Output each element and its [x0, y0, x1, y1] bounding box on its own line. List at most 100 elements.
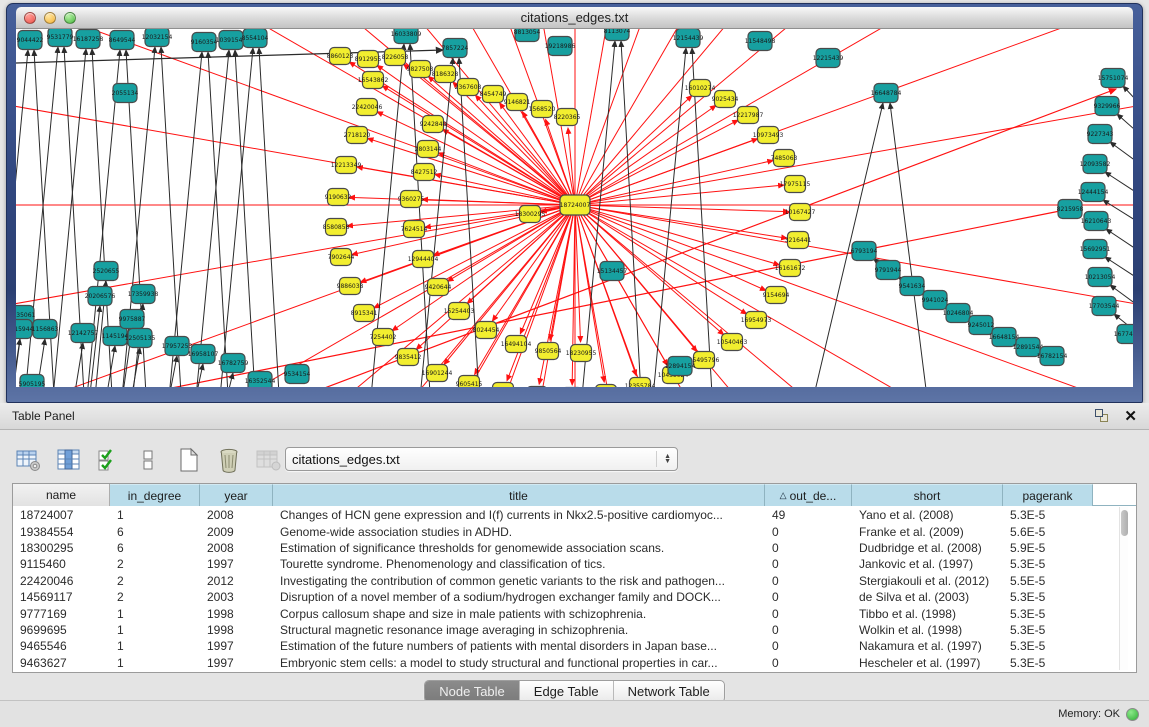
- graph-node-yellow[interactable]: 16010274: [685, 80, 716, 97]
- graph-node-teal[interactable]: 9329966: [1094, 97, 1121, 116]
- delete-trash-icon[interactable]: [214, 446, 244, 474]
- graph-node-teal[interactable]: 8813054: [514, 29, 541, 42]
- graph-node-teal[interactable]: 16782154: [1037, 347, 1068, 366]
- black-edge[interactable]: [235, 50, 257, 387]
- memory-status-indicator[interactable]: [1126, 708, 1139, 721]
- graph-node-teal[interactable]: 12093582: [1080, 155, 1111, 174]
- black-edge[interactable]: [1105, 172, 1133, 202]
- table-row[interactable]: 946554611997Estimation of the future num…: [13, 638, 1112, 654]
- column-header-year[interactable]: year: [200, 484, 273, 506]
- new-document-icon[interactable]: [174, 446, 204, 474]
- graph-node-teal[interactable]: 9160354: [191, 33, 218, 52]
- graph-node-teal[interactable]: 8113074: [604, 29, 631, 41]
- graph-node-teal[interactable]: 16210643: [1081, 212, 1112, 231]
- graph-node-yellow[interactable]: 15254403: [444, 303, 475, 320]
- graph-node-teal[interactable]: 12154439: [673, 29, 704, 48]
- red-edge[interactable]: [575, 29, 1133, 205]
- graph-node-yellow[interactable]: 7902644: [328, 249, 355, 266]
- graph-node-yellow[interactable]: 2367608: [455, 79, 482, 96]
- black-edge[interactable]: [101, 346, 115, 387]
- graph-node-yellow[interactable]: 9242848: [420, 116, 447, 133]
- graph-node-yellow[interactable]: 8912955: [355, 51, 382, 68]
- graph-node-yellow[interactable]: 8915341: [351, 305, 378, 322]
- red-edge[interactable]: [575, 205, 779, 265]
- graph-node-yellow[interactable]: 9191504: [593, 385, 620, 388]
- graph-node-yellow[interactable]: 8860123: [327, 48, 354, 65]
- red-edge[interactable]: [575, 160, 773, 205]
- graph-node-yellow[interactable]: 9154694: [763, 287, 790, 304]
- graph-node-teal[interactable]: 12505135: [125, 329, 156, 348]
- black-edge[interactable]: [1123, 86, 1133, 116]
- graph-node-yellow[interactable]: 2803144: [415, 141, 442, 158]
- column-header-in_degree[interactable]: in_degree: [110, 484, 200, 506]
- graph-node-teal[interactable]: 12444154: [1078, 183, 1109, 202]
- graph-node-teal[interactable]: 20206576: [85, 287, 116, 306]
- graph-node-teal[interactable]: 12215439: [813, 49, 844, 68]
- graph-node-yellow[interactable]: 12213349: [331, 157, 362, 174]
- graph-node-yellow[interactable]: 9190632: [325, 189, 352, 206]
- graph-node-teal[interactable]: 16187258: [73, 30, 104, 49]
- window-title-bar[interactable]: citations_edges.txt: [16, 7, 1133, 29]
- graph-node-yellow[interactable]: 9360275: [398, 191, 425, 208]
- graph-node-teal[interactable]: 5905195: [19, 375, 46, 388]
- graph-node-yellow[interactable]: 3216441: [785, 232, 812, 249]
- graph-node-yellow[interactable]: 2718120: [344, 127, 371, 144]
- network-canvas[interactable]: 8860123891295582260589827508818632823676…: [16, 29, 1133, 387]
- close-panel-icon[interactable]: ✕: [1124, 409, 1137, 424]
- black-edge[interactable]: [259, 48, 281, 387]
- graph-node-yellow[interactable]: 10167427: [785, 204, 816, 221]
- red-edge[interactable]: [367, 138, 575, 205]
- graph-node-teal[interactable]: 12894154: [665, 357, 696, 376]
- graph-node-yellow[interactable]: 9850564: [535, 343, 562, 360]
- column-header-pagerank[interactable]: pagerank: [1003, 484, 1093, 506]
- column-header-title[interactable]: title: [273, 484, 765, 506]
- graph-node-teal[interactable]: 9941024: [922, 291, 949, 310]
- graph-node-teal[interactable]: 16352544: [245, 372, 276, 388]
- red-edge[interactable]: [575, 205, 747, 314]
- graph-node-teal[interactable]: 9975887: [119, 310, 146, 329]
- graph-node-yellow[interactable]: 22420046: [352, 99, 383, 116]
- graph-node-teal[interactable]: 16774544: [1114, 325, 1133, 344]
- merge-rows-icon[interactable]: [134, 446, 164, 474]
- graph-node-yellow[interactable]: 9827508: [407, 61, 434, 78]
- graph-node-yellow[interactable]: 1568520: [529, 101, 556, 118]
- graph-node-teal[interactable]: 19218986: [545, 37, 576, 56]
- graph-node-yellow[interactable]: 8220365: [554, 109, 581, 126]
- black-edge[interactable]: [208, 52, 230, 387]
- graph-node-teal[interactable]: 17359938: [128, 285, 159, 304]
- graph-node-teal[interactable]: 9541634: [899, 277, 926, 296]
- graph-node-teal[interactable]: 2520655: [93, 262, 120, 281]
- graph-node-teal[interactable]: 9044422: [17, 31, 44, 50]
- table-row[interactable]: 1456911722003Disruption of a novel membe…: [13, 589, 1112, 605]
- graph-node-teal[interactable]: 16648784: [871, 84, 902, 103]
- graph-node-teal[interactable]: 15134457: [597, 262, 628, 281]
- graph-node-yellow[interactable]: 9025434: [712, 91, 739, 108]
- graph-node-yellow[interactable]: 9835412: [395, 349, 422, 366]
- black-edge[interactable]: [86, 306, 100, 387]
- black-edge[interactable]: [1106, 229, 1133, 259]
- graph-node-teal[interactable]: 12032154: [142, 29, 173, 47]
- graph-node-yellow[interactable]: 7485063: [771, 150, 798, 167]
- graph-node-teal[interactable]: 1156863: [32, 320, 59, 339]
- graph-node-yellow[interactable]: 10973493: [753, 127, 784, 144]
- graph-node-teal[interactable]: 7857224: [442, 39, 469, 58]
- table-row[interactable]: 977716911998Corpus callosum shape and si…: [13, 605, 1112, 621]
- scrollbar-thumb[interactable]: [1121, 510, 1128, 536]
- graph-node-yellow[interactable]: 8580858: [323, 219, 350, 236]
- graph-node-yellow[interactable]: 9886038: [337, 278, 364, 295]
- graph-node-teal[interactable]: 16958107: [188, 345, 219, 364]
- graph-node-yellow[interactable]: 9605415: [456, 376, 483, 388]
- graph-node-teal[interactable]: 8649544: [109, 31, 136, 50]
- red-edge[interactable]: [575, 29, 688, 205]
- graph-node-teal[interactable]: 9534154: [284, 365, 311, 384]
- graph-node-teal[interactable]: 12142757: [68, 324, 99, 343]
- tab-network-table[interactable]: Network Table: [614, 681, 724, 702]
- graph-node-yellow[interactable]: 8024454: [473, 322, 500, 339]
- graph-node-teal[interactable]: 9245012: [968, 316, 995, 335]
- red-edge[interactable]: [575, 185, 784, 205]
- graph-node-teal[interactable]: 9531779: [47, 29, 74, 47]
- graph-node-yellow[interactable]: 18230955: [566, 345, 597, 362]
- column-header-out_de[interactable]: △out_de...: [765, 484, 852, 506]
- graph-node-teal[interactable]: 8554104: [242, 29, 269, 48]
- red-edge[interactable]: [438, 153, 575, 205]
